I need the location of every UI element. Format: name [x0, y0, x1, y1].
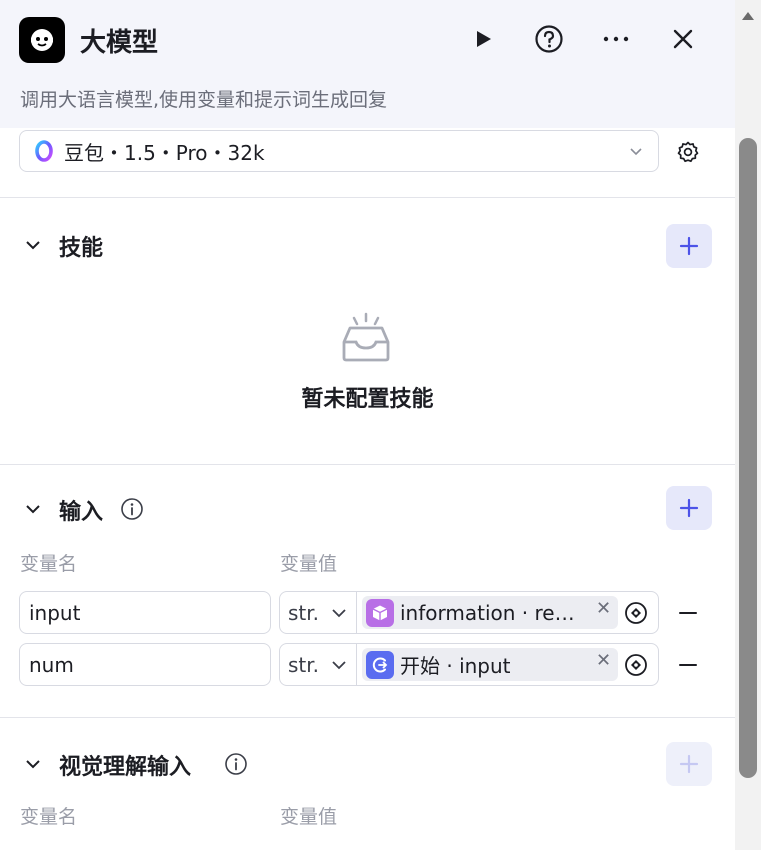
help-icon: [535, 25, 563, 53]
model-select[interactable]: 豆包・1.5・Pro・32k: [19, 130, 659, 172]
inputs-title: 输入: [59, 500, 104, 525]
minus-icon: [679, 612, 697, 614]
chevron-down-icon: [332, 609, 346, 618]
llm-node-panel: 大模型 调用大语言模型,使用变量和提示词生成回复 豆包・1.5・Pro・32k …: [0, 0, 735, 850]
remove-input-button[interactable]: [676, 601, 700, 625]
vision-inputs-title: 视觉理解输入: [59, 755, 192, 780]
start-node-icon: [366, 650, 394, 679]
variable-type-select[interactable]: str.: [280, 644, 357, 685]
reference-label: information · re…: [400, 600, 575, 625]
doubao-model-icon: [35, 140, 53, 162]
plus-icon: [679, 498, 699, 518]
chevron-down-icon: [26, 505, 40, 514]
variable-reference-tag[interactable]: information · re…: [362, 596, 618, 629]
column-header-value: 变量值: [280, 553, 338, 575]
page-title: 大模型: [80, 28, 159, 58]
vision-inputs-collapse-toggle[interactable]: [21, 752, 45, 776]
node-description: 调用大语言模型,使用变量和提示词生成回复: [20, 89, 388, 111]
settings-gear-icon: [677, 141, 699, 163]
more-button[interactable]: [598, 21, 634, 57]
plus-icon: [679, 236, 699, 256]
column-header-name: 变量名: [20, 553, 78, 575]
plus-icon: [679, 754, 699, 774]
model-settings-button[interactable]: [672, 136, 704, 168]
variable-type-select[interactable]: str.: [280, 592, 357, 633]
variable-reference-tag[interactable]: 开始 · input: [362, 648, 618, 681]
clear-reference-button[interactable]: ✕: [596, 598, 611, 619]
variable-icon[interactable]: [624, 601, 648, 625]
inputs-collapse-toggle[interactable]: [21, 497, 45, 521]
variable-icon[interactable]: [624, 653, 648, 677]
chevron-down-icon: [26, 760, 40, 769]
variable-name-input[interactable]: input: [19, 591, 271, 634]
help-button[interactable]: [531, 21, 567, 57]
remove-input-button[interactable]: [676, 653, 700, 677]
column-header-name: 变量名: [20, 806, 78, 828]
chevron-down-icon: [630, 148, 642, 156]
clear-reference-button[interactable]: ✕: [596, 650, 611, 671]
run-button[interactable]: [465, 21, 501, 57]
variable-name-input[interactable]: num: [19, 643, 271, 686]
skills-empty-text: 暂未配置技能: [301, 387, 434, 412]
variable-type-label: str.: [288, 600, 320, 625]
cube-icon: [366, 598, 394, 627]
divider: [0, 464, 735, 465]
info-icon[interactable]: [224, 752, 248, 776]
scrollbar-thumb[interactable]: [739, 138, 757, 778]
skills-collapse-toggle[interactable]: [21, 233, 45, 257]
empty-inbox-icon: [342, 312, 390, 362]
close-icon: [673, 29, 693, 49]
scroll-up-arrow-icon[interactable]: [740, 10, 756, 22]
chevron-down-icon: [332, 661, 346, 670]
add-vision-input-button[interactable]: [666, 742, 712, 786]
skills-title: 技能: [59, 236, 104, 261]
divider: [0, 197, 735, 198]
variable-value-field: str. information · re… ✕: [279, 591, 659, 634]
close-button[interactable]: [665, 21, 701, 57]
reference-label: 开始 · input: [400, 654, 511, 678]
add-input-button[interactable]: [666, 486, 712, 530]
play-icon: [477, 31, 491, 47]
column-header-value: 变量值: [280, 806, 338, 828]
chevron-down-icon: [26, 241, 40, 250]
more-icon: [603, 36, 629, 42]
minus-icon: [679, 664, 697, 666]
add-skill-button[interactable]: [666, 224, 712, 268]
robot-icon: [19, 17, 65, 63]
divider: [0, 717, 735, 718]
panel-header: 大模型 调用大语言模型,使用变量和提示词生成回复: [0, 0, 735, 128]
variable-type-label: str.: [288, 652, 320, 677]
variable-value-field: str. 开始 · input ✕: [279, 643, 659, 686]
info-icon[interactable]: [120, 497, 144, 521]
model-name: 豆包・1.5・Pro・32k: [64, 140, 265, 165]
